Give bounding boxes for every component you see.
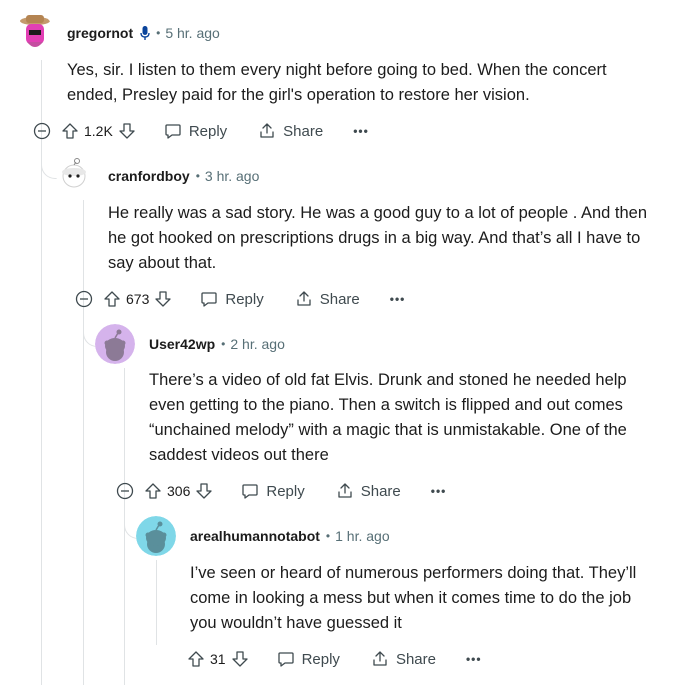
- comment-body: He really was a sad story. He was a good…: [108, 201, 647, 276]
- downvote-icon[interactable]: [230, 649, 250, 669]
- comment-bubble-icon: [163, 121, 183, 141]
- more-options-button[interactable]: •••: [390, 292, 406, 306]
- comment-line: even getting to the piano. Then a switch…: [149, 396, 623, 414]
- comment-line: come in looking a mess but when it comes…: [190, 589, 632, 607]
- separator-dot: •: [156, 26, 161, 40]
- comment-line: say about that.: [108, 254, 217, 272]
- separator-dot: •: [325, 529, 331, 543]
- avatar[interactable]: [95, 324, 135, 364]
- share-icon: [294, 289, 314, 309]
- comment-line: ended, Presley paid for the girl's opera…: [67, 86, 530, 104]
- share-label: Share: [395, 650, 436, 668]
- username[interactable]: cranfordboy: [108, 168, 190, 184]
- share-label: Share: [283, 122, 324, 140]
- comment-actions: 306 Reply Share •••: [115, 477, 446, 505]
- share-label: Share: [360, 482, 401, 500]
- comment-line: “unchained melody” with a magic that is …: [149, 421, 627, 439]
- collapse-icon[interactable]: [32, 121, 52, 141]
- comment-bubble-icon: [276, 649, 296, 669]
- comment-actions: 1.2K Reply Share •••: [32, 117, 369, 145]
- downvote-icon[interactable]: [194, 481, 214, 501]
- reply-button[interactable]: Reply: [163, 121, 227, 141]
- more-options-button[interactable]: •••: [353, 124, 369, 138]
- comment-bubble-icon: [240, 481, 260, 501]
- comment-line: I’ve seen or heard of numerous performer…: [190, 564, 637, 582]
- comment-actions: 673 Reply Share •••: [74, 285, 405, 313]
- comment-meta: cranfordboy • 3 hr. ago: [108, 168, 259, 184]
- collapse-icon[interactable]: [115, 481, 135, 501]
- comment-body: There’s a video of old fat Elvis. Drunk …: [149, 368, 627, 468]
- separator-dot: •: [221, 337, 226, 351]
- reply-label: Reply: [301, 650, 340, 668]
- vote-count: 306: [167, 483, 191, 499]
- reply-button[interactable]: Reply: [199, 289, 264, 309]
- downvote-icon[interactable]: [153, 289, 173, 309]
- username[interactable]: gregornot: [67, 25, 133, 41]
- share-icon: [370, 649, 390, 669]
- timestamp[interactable]: 5 hr. ago: [165, 25, 220, 41]
- comment-line: There’s a video of old fat Elvis. Drunk …: [149, 371, 627, 389]
- microphone-icon: [140, 25, 150, 41]
- upvote-icon[interactable]: [60, 121, 80, 141]
- share-icon: [257, 121, 277, 141]
- comment-line: He really was a sad story. He was a good…: [108, 204, 648, 222]
- comment-meta: arealhumannotabot • 1 hr. ago: [190, 528, 390, 544]
- username[interactable]: arealhumannotabot: [190, 528, 320, 544]
- comment-actions: 31 Reply Share •••: [186, 645, 482, 673]
- upvote-icon[interactable]: [102, 289, 122, 309]
- comment-meta: gregornot • 5 hr. ago: [67, 25, 220, 41]
- avatar[interactable]: [56, 156, 92, 192]
- comment-line: he got hooked on prescriptions drugs in …: [108, 229, 641, 247]
- comment-body: Yes, sir. I listen to them every night b…: [67, 58, 607, 108]
- downvote-icon[interactable]: [117, 121, 137, 141]
- share-button[interactable]: Share: [370, 649, 436, 669]
- share-label: Share: [319, 290, 360, 308]
- vote-count: 673: [126, 291, 150, 307]
- more-options-button[interactable]: •••: [466, 652, 482, 666]
- share-icon: [335, 481, 355, 501]
- share-button[interactable]: Share: [294, 289, 360, 309]
- reply-button[interactable]: Reply: [276, 649, 340, 669]
- avatar[interactable]: [13, 12, 53, 52]
- timestamp[interactable]: 2 hr. ago: [230, 336, 285, 352]
- comment-line: saddest videos out there: [149, 446, 329, 464]
- upvote-icon[interactable]: [143, 481, 163, 501]
- reply-label: Reply: [266, 482, 305, 500]
- comment-meta: User42wp • 2 hr. ago: [149, 336, 285, 352]
- share-button[interactable]: Share: [257, 121, 323, 141]
- separator-dot: •: [195, 169, 200, 183]
- comment-line: Yes, sir. I listen to them every night b…: [67, 61, 607, 79]
- comment-bubble-icon: [199, 289, 219, 309]
- timestamp[interactable]: 3 hr. ago: [205, 168, 260, 184]
- comment-body: I’ve seen or heard of numerous performer…: [190, 561, 636, 636]
- reply-label: Reply: [225, 290, 264, 308]
- timestamp[interactable]: 1 hr. ago: [335, 528, 390, 544]
- vote-count: 1.2K: [84, 123, 113, 139]
- share-button[interactable]: Share: [335, 481, 401, 501]
- reply-button[interactable]: Reply: [240, 481, 305, 501]
- more-options-button[interactable]: •••: [431, 484, 447, 498]
- username[interactable]: User42wp: [149, 336, 215, 352]
- reply-label: Reply: [188, 122, 228, 140]
- vote-count: 31: [210, 651, 226, 667]
- avatar[interactable]: [136, 516, 176, 556]
- collapse-icon[interactable]: [74, 289, 94, 309]
- comment-line: you wouldn’t have guessed it: [190, 614, 402, 632]
- upvote-icon[interactable]: [186, 649, 206, 669]
